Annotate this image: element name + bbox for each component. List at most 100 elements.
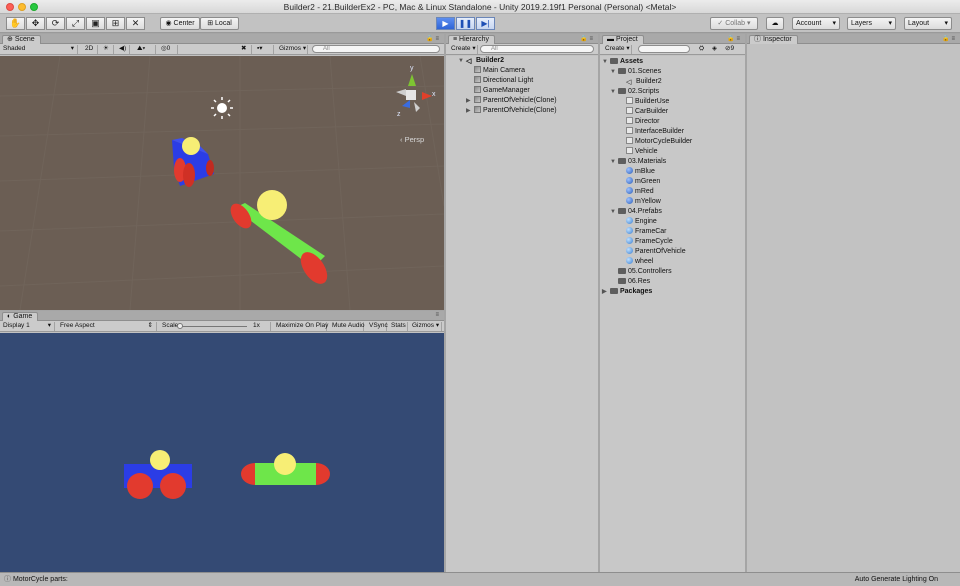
step-button[interactable]: ▶| — [476, 17, 495, 30]
hierarchy-search-input[interactable]: All — [480, 45, 594, 53]
panel-menu-icon[interactable]: 🔒≡ — [426, 35, 441, 42]
camera-dropdown-icon[interactable]: ▪▾ — [254, 45, 274, 54]
console-message[interactable]: ⓘ MotorCycle parts: — [4, 573, 68, 586]
layers-dropdown[interactable]: Layers ▾ — [847, 17, 896, 30]
custom-tool-icon[interactable]: ✕ — [126, 17, 145, 30]
project-item-script[interactable]: BuilderUse — [626, 97, 669, 107]
mute-audio-toggle[interactable]: Mute Audio — [329, 322, 365, 331]
collapsed-arrow-icon[interactable]: ▶ — [466, 106, 474, 116]
aspect-dropdown[interactable]: Free Aspect ⇕ — [57, 322, 157, 331]
panel-menu-icon[interactable]: ≡ — [435, 312, 441, 318]
project-item-prefab[interactable]: Engine — [626, 217, 657, 227]
project-search-input[interactable] — [638, 45, 690, 53]
panel-menu-icon[interactable]: 🔒≡ — [580, 35, 595, 42]
hierarchy-item-main-camera[interactable]: Main Camera — [474, 66, 525, 76]
project-item-script[interactable]: MotorCycleBuilder — [626, 137, 692, 147]
prefab-icon — [626, 257, 633, 264]
project-item-folder[interactable]: 05.Controllers — [610, 267, 672, 277]
project-item-folder[interactable]: ▼ 03.Materials — [610, 157, 666, 167]
project-item-script[interactable]: InterfaceBuilder — [626, 127, 684, 137]
persp-label[interactable]: ‹ Persp — [400, 135, 424, 144]
scale-slider[interactable]: Scale 1x — [159, 322, 271, 331]
gameobject-icon — [474, 76, 481, 83]
project-item-script[interactable]: Vehicle — [626, 147, 658, 157]
hidden-objects-toggle[interactable]: ◎0 — [158, 45, 178, 54]
collab-button[interactable]: ✓ Collab ▾ — [710, 17, 758, 30]
scene-gizmos-dropdown[interactable]: Gizmos ▾ — [276, 45, 308, 54]
project-item-prefab[interactable]: wheel — [626, 257, 653, 267]
project-item-material[interactable]: mRed — [626, 187, 654, 197]
expanded-arrow-icon[interactable]: ▼ — [610, 67, 618, 77]
scene-viewport[interactable]: y x z ‹ Persp — [0, 56, 444, 310]
game-viewport[interactable] — [0, 333, 444, 583]
project-item-prefab[interactable]: ParentOfVehicle — [626, 247, 686, 257]
panel-menu-icon[interactable]: 🔒≡ — [942, 35, 957, 42]
tools-icon[interactable]: ✖ — [238, 45, 252, 54]
project-item-material[interactable]: mGreen — [626, 177, 660, 187]
game-gizmos-dropdown[interactable]: Gizmos ▾ — [409, 322, 442, 331]
scene-car-object[interactable] — [172, 137, 214, 187]
project-item-script[interactable]: Director — [626, 117, 660, 127]
project-packages-row[interactable]: ▶ Packages — [602, 287, 652, 297]
project-item-folder[interactable]: ▼ 04.Prefabs — [610, 207, 662, 217]
project-item-prefab[interactable]: FrameCycle — [626, 237, 673, 247]
project-assets-row[interactable]: ▼ Assets — [602, 57, 643, 67]
project-item-script[interactable]: CarBuilder — [626, 107, 668, 117]
hierarchy-item-gamemanager[interactable]: GameManager — [474, 86, 530, 96]
project-item-material[interactable]: mBlue — [626, 167, 655, 177]
play-button[interactable]: ▶ — [436, 17, 455, 30]
directional-light-icon[interactable] — [211, 97, 233, 119]
expanded-arrow-icon[interactable]: ▼ — [610, 87, 618, 97]
scene-canvas[interactable]: y x z ‹ Persp — [0, 56, 444, 310]
hierarchy-item-parent-vehicle-1[interactable]: ▶ ParentOfVehicle(Clone) — [466, 96, 557, 106]
panel-menu-icon[interactable]: 🔒≡ — [727, 35, 742, 42]
rect-tool-icon[interactable]: ▣ — [86, 17, 105, 30]
project-item-folder[interactable]: ▼ 02.Scripts — [610, 87, 659, 97]
scale-tool-icon[interactable]: ⤢ — [66, 17, 85, 30]
stats-toggle[interactable]: Stats — [388, 322, 408, 331]
audio-toggle-icon[interactable]: ◀) — [116, 45, 130, 54]
project-item-prefab[interactable]: FrameCar — [626, 227, 667, 237]
expanded-arrow-icon[interactable]: ▼ — [602, 57, 610, 67]
display-dropdown[interactable]: Display 1 ▾ — [0, 322, 55, 331]
effects-dropdown-icon[interactable]: ⛰▾ — [134, 45, 156, 54]
hierarchy-scene-row[interactable]: ▼ ◁ Builder2 — [458, 56, 504, 66]
hierarchy-create-dropdown[interactable]: Create ▾ — [448, 45, 478, 54]
lighting-toggle-icon[interactable]: ☀ — [100, 45, 114, 54]
pause-button[interactable]: ❚❚ — [456, 17, 475, 30]
orientation-gizmo[interactable]: y x z — [396, 65, 436, 118]
mode-2d-toggle[interactable]: 2D — [82, 45, 98, 54]
hierarchy-item-parent-vehicle-2[interactable]: ▶ ParentOfVehicle(Clone) — [466, 106, 557, 116]
project-item-unity[interactable]: ◁ Builder2 — [626, 77, 662, 87]
hierarchy-tab-strip: ≡ Hierarchy 🔒≡ — [446, 34, 598, 45]
move-tool-icon[interactable]: ✥ — [26, 17, 45, 30]
expanded-arrow-icon[interactable]: ▼ — [458, 56, 466, 66]
vsync-toggle[interactable]: VSync — [366, 322, 388, 331]
cloud-button[interactable]: ☁ — [766, 17, 784, 30]
maximize-on-play-toggle[interactable]: Maximize On Play — [273, 322, 328, 331]
collapsed-arrow-icon[interactable]: ▶ — [602, 287, 610, 297]
project-create-dropdown[interactable]: Create ▾ — [602, 45, 632, 54]
expanded-arrow-icon[interactable]: ▼ — [610, 157, 618, 167]
project-item-folder[interactable]: 06.Res — [610, 277, 650, 287]
hierarchy-item-directional-light[interactable]: Directional Light — [474, 76, 533, 86]
hand-tool-icon[interactable]: ✋ — [6, 17, 25, 30]
transform-tool-icon[interactable]: ⊞ — [106, 17, 125, 30]
expanded-arrow-icon[interactable]: ▼ — [610, 207, 618, 217]
rotate-tool-icon[interactable]: ⟳ — [46, 17, 65, 30]
scale-slider-thumb[interactable] — [177, 323, 183, 329]
project-item-material[interactable]: mYellow — [626, 197, 661, 207]
scene-search-input[interactable]: All — [312, 45, 440, 53]
collapsed-arrow-icon[interactable]: ▶ — [466, 96, 474, 106]
layout-dropdown[interactable]: Layout ▾ — [904, 17, 952, 30]
game-canvas[interactable] — [0, 333, 444, 583]
hidden-packages-toggle[interactable]: ⊘9 — [722, 45, 744, 54]
scale-slider-track[interactable] — [177, 326, 247, 327]
shading-mode-dropdown[interactable]: Shaded ▾ — [0, 45, 78, 54]
filter-label-icon[interactable]: ◈ — [709, 45, 721, 54]
filter-type-icon[interactable]: ⛭ — [696, 45, 708, 54]
pivot-center-button[interactable]: ◉ Center — [160, 17, 200, 30]
project-item-folder[interactable]: ▼ 01.Scenes — [610, 67, 661, 77]
account-dropdown[interactable]: Account ▾ — [792, 17, 840, 30]
space-local-button[interactable]: ⊞ Local — [200, 17, 239, 30]
